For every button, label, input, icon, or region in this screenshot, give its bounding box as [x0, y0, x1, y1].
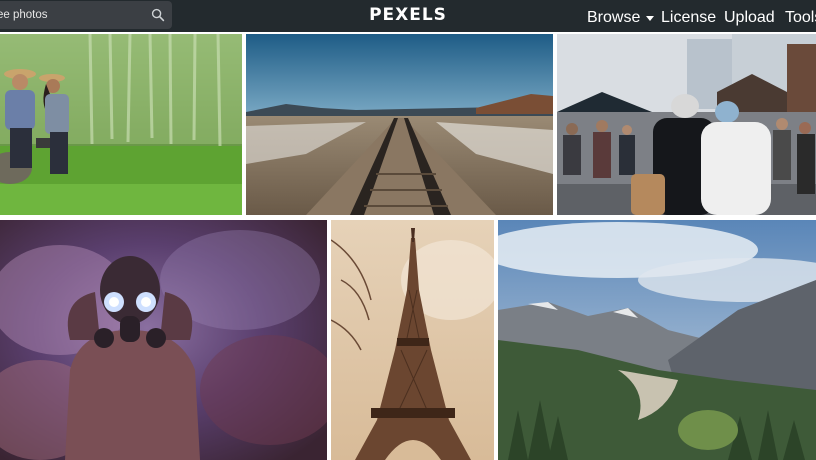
photo-market-people-image [557, 34, 816, 215]
photo-mountain-valley[interactable] [498, 220, 816, 460]
photo-gas-mask-image [0, 220, 327, 460]
photo-couple-field[interactable] [0, 34, 242, 215]
nav-license[interactable]: License [661, 9, 716, 27]
search-box[interactable] [0, 1, 172, 29]
chevron-down-icon [646, 15, 655, 21]
top-navigation-bar: PEXELS Browse License Upload Tools [0, 0, 816, 32]
nav-browse[interactable]: Browse [587, 9, 655, 27]
search-icon[interactable] [151, 8, 165, 22]
nav-license-label: License [661, 9, 717, 26]
nav-tools[interactable]: Tools [785, 9, 816, 27]
nav-upload-label: Upload [724, 9, 775, 26]
photo-market-people[interactable] [557, 34, 816, 215]
nav-browse-label: Browse [587, 9, 641, 26]
photo-railway-desert-image [246, 34, 553, 215]
photo-eiffel-tower-image [331, 220, 494, 460]
photo-couple-field-image [0, 34, 242, 215]
logo-text[interactable]: PEXELS [369, 5, 447, 25]
search-input[interactable] [0, 9, 137, 21]
photo-railway-desert[interactable] [246, 34, 553, 215]
photo-eiffel-tower[interactable] [331, 220, 494, 460]
photo-gas-mask[interactable] [0, 220, 327, 460]
nav-upload[interactable]: Upload [724, 9, 775, 27]
nav-tools-label: Tools [785, 9, 816, 26]
photo-mountain-valley-image [498, 220, 816, 460]
